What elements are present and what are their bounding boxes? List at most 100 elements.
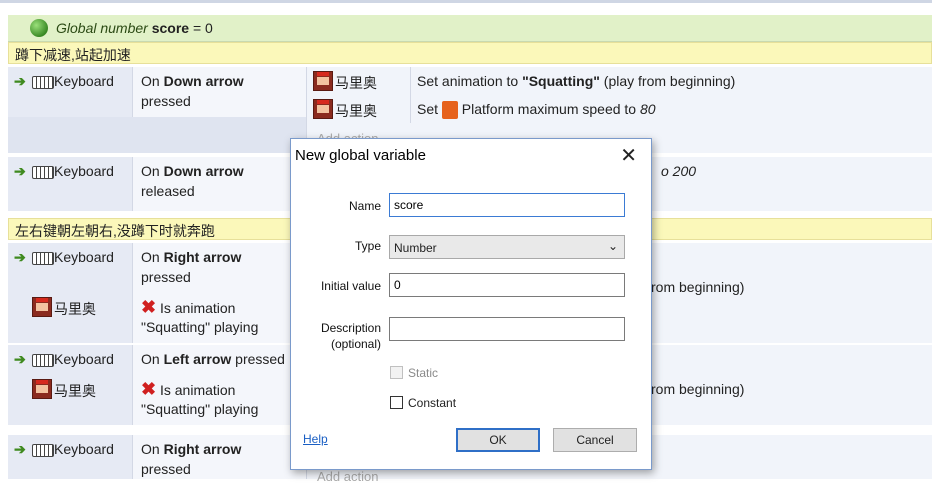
condition-right-pressed-2[interactable]: On Right arrow pressed — [132, 435, 307, 479]
action-5-tail: rom beginning) — [651, 381, 745, 397]
global-variable-prefix: Global number — [56, 20, 148, 36]
global-variable-suffix: = 0 — [192, 20, 213, 36]
event-arrow-icon: ➔ — [14, 249, 26, 265]
mario-icon — [313, 71, 333, 91]
type-select[interactable]: Number ⌄ — [389, 235, 625, 259]
global-variable-name: score — [151, 20, 190, 36]
condition-object-mario-1[interactable]: 马里奥 — [8, 293, 132, 343]
event-arrow-icon: ➔ — [14, 163, 26, 179]
close-icon[interactable]: ✕ — [620, 143, 637, 168]
condition-down-released[interactable]: On Down arrow released — [132, 157, 307, 211]
dialog-title: New global variable — [295, 147, 426, 164]
invert-x-icon: ✖ — [141, 379, 157, 399]
condition-state: pressed — [141, 269, 191, 285]
condition-squatting-text: "Squatting" playing — [141, 319, 259, 335]
comment-text-1: 蹲下减速,站起加速 — [15, 47, 131, 63]
condition-object-mario-2[interactable]: 马里奥 — [8, 375, 132, 425]
keyboard-icon — [30, 249, 56, 265]
condition-object-keyboard-2[interactable]: ➔ Keyboard — [8, 157, 132, 211]
condition-is-animation-2[interactable]: ✖ Is animation "Squatting" playing — [132, 375, 307, 425]
condition-on: On — [141, 73, 160, 89]
action-text-3-tail: o 200 — [661, 163, 696, 179]
action-3-tail: o 200 — [661, 163, 697, 179]
description-input[interactable] — [389, 317, 625, 341]
keyboard-icon — [30, 163, 56, 179]
condition-object-keyboard-5[interactable]: ➔ Keyboard — [8, 435, 132, 479]
constant-label: Constant — [408, 396, 457, 410]
condition-squatting-text: "Squatting" playing — [141, 401, 259, 417]
static-label: Static — [408, 366, 439, 380]
condition-state: pressed — [141, 93, 191, 109]
action-1-post: (play from beginning) — [603, 73, 736, 89]
globe-icon — [30, 19, 48, 37]
initial-value-label: Initial value — [320, 279, 381, 293]
condition-down-pressed[interactable]: On Down arrow pressed — [132, 67, 307, 117]
mario-icon — [32, 297, 52, 317]
ok-button[interactable]: OK — [456, 428, 540, 452]
static-checkbox[interactable] — [390, 366, 403, 379]
condition-is-animation-text: Is animation — [159, 300, 236, 316]
event-arrow-icon: ➔ — [14, 351, 26, 367]
type-select-value: Number — [394, 241, 437, 255]
action-4-tail: rom beginning) — [651, 279, 745, 295]
condition-key: Left arrow — [163, 351, 232, 367]
condition-key: Right arrow — [163, 249, 242, 265]
type-label: Type — [354, 239, 381, 253]
condition-is-animation-1[interactable]: ✖ Is animation "Squatting" playing — [132, 293, 307, 343]
action-divider — [410, 95, 411, 123]
action-2-pre: Set — [417, 101, 439, 117]
keyboard-icon — [30, 351, 56, 367]
action-divider — [410, 67, 411, 95]
condition-right-pressed[interactable]: On Right arrow pressed — [132, 243, 307, 293]
condition-object-label: Keyboard — [54, 73, 114, 89]
condition-on: On — [141, 249, 160, 265]
name-label: Name — [348, 199, 381, 213]
condition-object-keyboard-4[interactable]: ➔ Keyboard — [8, 345, 132, 375]
action-row-1[interactable]: 马里奥 Set animation to "Squatting" (play f… — [306, 67, 932, 96]
condition-key: Down arrow — [163, 163, 244, 179]
condition-on: On — [141, 163, 160, 179]
description-label-optional: (optional) — [330, 337, 381, 351]
condition-left-pressed[interactable]: On Left arrow pressed — [132, 345, 307, 375]
condition-object-keyboard-1[interactable]: ➔ Keyboard — [8, 67, 132, 117]
keyboard-icon — [30, 441, 56, 457]
condition-state: pressed — [141, 461, 191, 477]
condition-object-keyboard-3[interactable]: ➔ Keyboard — [8, 243, 132, 293]
action-2-val: 80 — [639, 101, 656, 117]
condition-object-label: 马里奥 — [54, 383, 96, 399]
action-2-mid: Platform maximum speed to — [461, 101, 637, 117]
top-border — [0, 0, 932, 3]
condition-object-label: 马里奥 — [54, 301, 96, 317]
event-arrow-icon: ➔ — [14, 73, 26, 89]
action-row-2[interactable]: 马里奥 Set Platform maximum speed to 80 — [306, 95, 932, 123]
condition-on: On — [141, 351, 160, 367]
description-label: Description — [320, 321, 381, 335]
comment-row-1[interactable]: 蹲下减速,站起加速 — [8, 42, 932, 64]
action-object-label: 马里奥 — [335, 103, 377, 119]
constant-checkbox[interactable] — [390, 396, 403, 409]
name-input[interactable] — [389, 193, 625, 217]
action-text-1: Set animation to "Squatting" (play from … — [417, 73, 735, 89]
mario-icon — [32, 379, 52, 399]
global-variable-row[interactable]: Global number score = 0 — [8, 15, 932, 42]
chevron-down-icon: ⌄ — [607, 239, 618, 253]
keyboard-icon — [30, 73, 56, 89]
action-object-label: 马里奥 — [335, 75, 377, 91]
event-spacer-1 — [8, 117, 306, 153]
cancel-button[interactable]: Cancel — [553, 428, 637, 452]
condition-state: pressed — [235, 351, 285, 367]
action-1-pre: Set animation to — [417, 73, 519, 89]
event-arrow-icon: ➔ — [14, 441, 26, 457]
add-action-link[interactable]: Add action — [317, 469, 378, 484]
condition-state: released — [141, 183, 195, 199]
platform-behavior-icon — [441, 101, 458, 120]
condition-key: Down arrow — [163, 73, 244, 89]
help-link[interactable]: Help — [303, 432, 328, 446]
condition-is-animation-text: Is animation — [159, 382, 236, 398]
initial-value-input[interactable] — [389, 273, 625, 297]
condition-object-label: Keyboard — [54, 351, 114, 367]
mario-icon — [313, 99, 333, 119]
condition-key: Right arrow — [163, 441, 242, 457]
new-global-variable-dialog: New global variable ✕ Name Type Number ⌄… — [290, 138, 652, 470]
condition-object-label: Keyboard — [54, 441, 114, 457]
